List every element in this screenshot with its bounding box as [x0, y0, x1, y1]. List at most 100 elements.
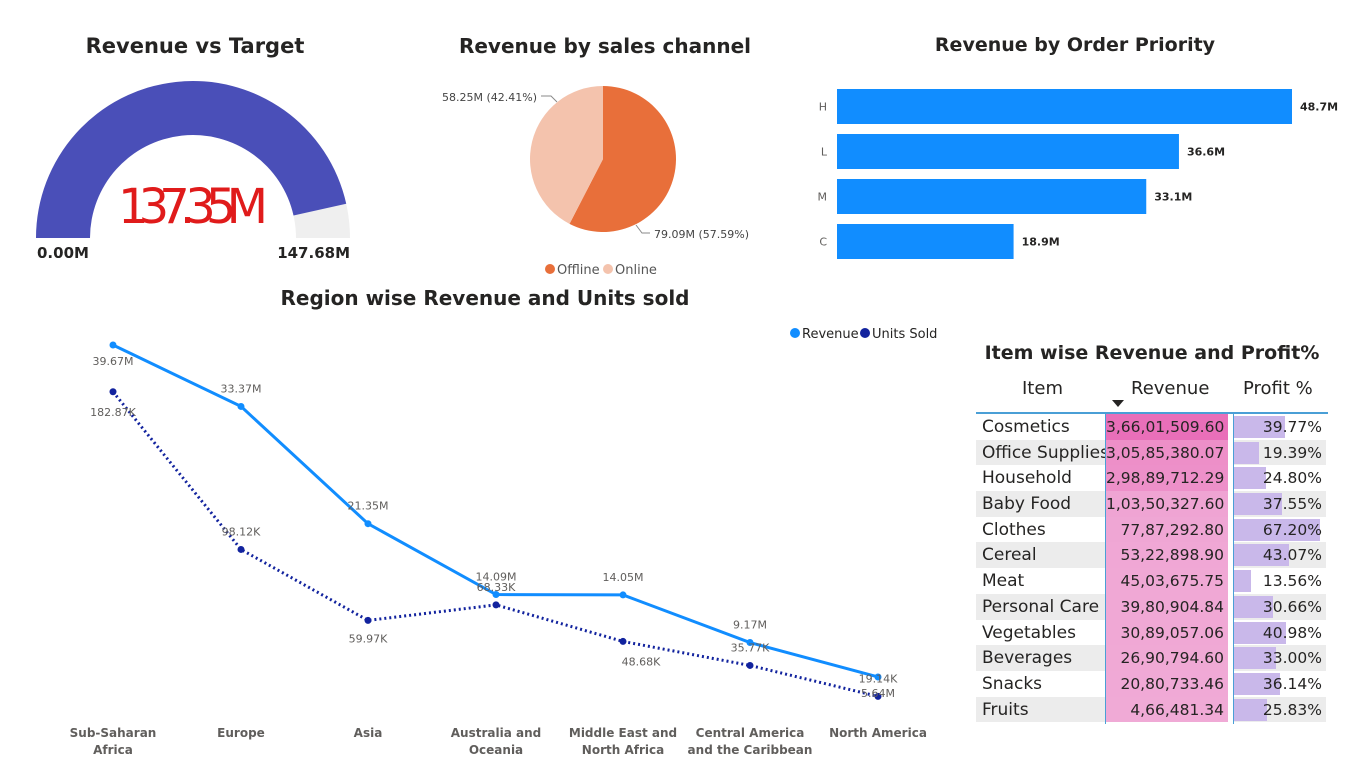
- cell-profit: 13.56%: [1234, 568, 1326, 594]
- x-axis-label: Asia: [354, 726, 383, 740]
- gauge-value: 137.35M: [118, 179, 268, 235]
- table-header: Item Revenue Profit %: [976, 378, 1328, 408]
- table-row[interactable]: Meat 45,03,675.75 13.56%: [976, 568, 1328, 594]
- pie-data-label-offline: 79.09M (57.59%): [654, 228, 749, 241]
- cell-profit-text: 25.83%: [1262, 700, 1322, 719]
- cell-profit: 24.80%: [1234, 465, 1326, 491]
- legend-label-offline[interactable]: Offline: [557, 263, 600, 278]
- units-sold-point[interactable]: [237, 545, 245, 553]
- gauge-visual: Revenue vs Target 137.35M 0.00M 147.68M: [20, 28, 370, 268]
- cell-profit-text: 43.07%: [1262, 546, 1322, 565]
- legend-label-units-sold[interactable]: Units Sold: [872, 327, 937, 342]
- bar-l[interactable]: [837, 134, 1179, 169]
- units-sold-data-label: 19.14K: [859, 672, 898, 685]
- region-line-chart: Revenue Units Sold39.67M33.37M21.35M14.09…: [70, 327, 938, 757]
- table-row[interactable]: Vegetables 30,89,057.06 40.98%: [976, 619, 1328, 646]
- revenue-point[interactable]: [109, 341, 117, 349]
- units-sold-data-label: 68.33K: [477, 581, 516, 594]
- header-revenue[interactable]: Revenue: [1131, 378, 1209, 399]
- revenue-data-label: 9.17M: [733, 619, 767, 632]
- bar-data-label: 36.6M: [1187, 146, 1225, 159]
- pie-chart: 58.25M (42.41%) 79.09M (57.59%) Offline Onl…: [442, 86, 749, 278]
- units-sold-data-label: 35.77K: [731, 641, 770, 654]
- cell-profit-text: 40.98%: [1262, 623, 1322, 642]
- table-row[interactable]: Snacks 20,80,733.46 36.14%: [976, 670, 1328, 697]
- table-row[interactable]: Personal Care 39,80,904.84 30.66%: [976, 593, 1328, 620]
- cell-item: Office Supplies: [976, 439, 1109, 466]
- bar-category-label: H: [819, 101, 827, 114]
- cell-revenue: 2,98,89,712.29: [1106, 465, 1228, 492]
- units-sold-data-label: 48.68K: [622, 655, 661, 668]
- column-divider: [1233, 414, 1234, 724]
- bar-data-label: 18.9M: [1022, 236, 1060, 249]
- legend-label-revenue[interactable]: Revenue: [802, 327, 859, 342]
- cell-profit-text: 37.55%: [1262, 495, 1322, 514]
- priority-bar-visual: Revenue by Order Priority H 48.7M L 36.6M M 3…: [800, 28, 1350, 273]
- cell-profit-text: 39.77%: [1262, 418, 1322, 436]
- header-profit[interactable]: Profit %: [1243, 378, 1313, 399]
- cell-profit-text: 24.80%: [1262, 469, 1322, 488]
- cell-revenue: 26,90,794.60: [1106, 645, 1228, 671]
- cell-profit: 30.66%: [1234, 593, 1326, 620]
- x-axis-label: Central America: [696, 726, 805, 740]
- cell-item: Baby Food: [976, 491, 1106, 517]
- gauge-max-label: 147.68M: [277, 244, 350, 262]
- table-row[interactable]: Baby Food 1,03,50,327.60 37.55%: [976, 491, 1328, 517]
- x-axis-label: Australia and: [451, 726, 541, 740]
- cell-item: Household: [982, 468, 1072, 489]
- table-row[interactable]: Cosmetics 3,66,01,509.60 39.77%: [976, 414, 1328, 440]
- units-sold-point[interactable]: [746, 661, 754, 669]
- cell-profit-text: 33.00%: [1262, 649, 1322, 668]
- cell-item: Beverages: [976, 645, 1106, 671]
- legend-dot-revenue: [790, 328, 800, 338]
- bar-data-label: 33.1M: [1154, 191, 1192, 204]
- table-row[interactable]: Household 2,98,89,712.29 24.80%: [976, 465, 1328, 492]
- revenue-data-label: 33.37M: [221, 382, 262, 395]
- cell-item: Snacks: [982, 673, 1043, 694]
- cell-profit: 25.83%: [1234, 696, 1326, 723]
- profit-data-bar: [1234, 570, 1251, 593]
- cell-revenue: 4,66,481.34: [1106, 696, 1228, 723]
- sort-descending-icon[interactable]: [1112, 400, 1124, 407]
- units-sold-point[interactable]: [109, 388, 117, 396]
- revenue-data-label: 21.35M: [348, 500, 389, 513]
- table-row[interactable]: Clothes 77,87,292.80 67.20%: [976, 516, 1328, 543]
- cell-revenue: 39,80,904.84: [1106, 593, 1228, 620]
- revenue-point[interactable]: [619, 591, 627, 599]
- units-sold-point[interactable]: [364, 616, 372, 624]
- revenue-point[interactable]: [364, 520, 372, 528]
- units-sold-data-label: 182.87K: [90, 406, 136, 419]
- bar-c[interactable]: [837, 224, 1014, 259]
- table-row[interactable]: Fruits 4,66,481.34 25.83%: [976, 696, 1328, 723]
- cell-profit: 67.20%: [1234, 517, 1326, 543]
- legend-dot-units-sold: [860, 328, 870, 338]
- bar-m[interactable]: [837, 179, 1147, 214]
- bar-h[interactable]: [837, 89, 1292, 124]
- header-item[interactable]: Item: [1022, 378, 1063, 399]
- cell-revenue: 1,03,50,327.60: [1106, 491, 1228, 517]
- bar-data-label: 48.7M: [1300, 101, 1338, 114]
- cell-profit: 33.00%: [1234, 645, 1326, 671]
- cell-profit: 40.98%: [1234, 620, 1326, 646]
- x-axis-label: North Africa: [582, 743, 664, 757]
- gauge-min-label: 0.00M: [37, 244, 89, 262]
- x-axis-label: and the Caribbean: [688, 743, 813, 757]
- table-row[interactable]: Beverages 26,90,794.60 33.00%: [976, 645, 1328, 671]
- cell-revenue: 45,03,675.75: [1106, 568, 1228, 594]
- column-divider: [1105, 414, 1106, 724]
- units-sold-point[interactable]: [619, 637, 627, 645]
- table-row[interactable]: Office Supplies 3,05,85,380.07 19.39%: [976, 439, 1328, 466]
- gauge-chart: 137.35M 0.00M 147.68M: [36, 81, 350, 262]
- table-row[interactable]: Cereal 53,22,898.90 43.07%: [976, 542, 1328, 569]
- cell-profit: 39.77%: [1234, 414, 1326, 440]
- cell-revenue: 3,66,01,509.60: [1106, 414, 1228, 440]
- x-axis-label: Europe: [217, 726, 265, 740]
- pie-leader-line: [541, 95, 558, 103]
- region-line-visual: Region wise Revenue and Units sold Reven…: [40, 282, 950, 772]
- units-sold-point[interactable]: [492, 601, 500, 609]
- cell-profit-text: 67.20%: [1262, 520, 1322, 539]
- legend-label-online[interactable]: Online: [615, 263, 657, 278]
- table-body: Cosmetics 3,66,01,509.60 39.77% Office Supp…: [976, 414, 1328, 723]
- profit-data-bar: [1234, 467, 1266, 490]
- revenue-point[interactable]: [237, 402, 245, 410]
